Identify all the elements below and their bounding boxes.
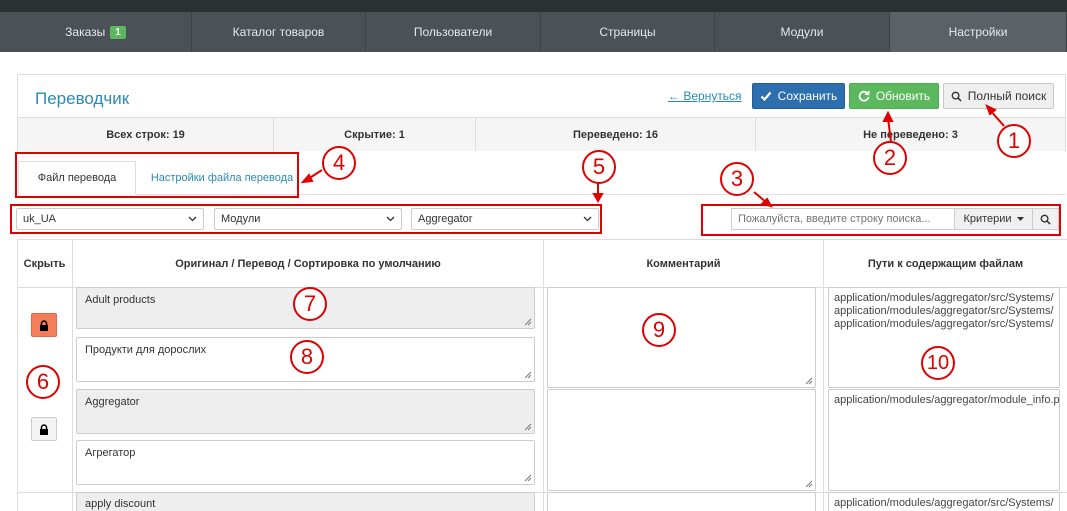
lock-icon bbox=[40, 319, 48, 331]
top-strip bbox=[0, 0, 1067, 12]
paths-textarea[interactable]: application/modules/aggregator/module_in… bbox=[828, 389, 1060, 491]
nav-item-catalog[interactable]: Каталог товаров bbox=[192, 12, 366, 52]
translation-textarea[interactable]: Агрегатор bbox=[76, 440, 535, 485]
original-textarea[interactable]: apply discount bbox=[76, 492, 535, 511]
annotation-marker-10: 10 bbox=[921, 346, 955, 380]
resize-grip-icon bbox=[524, 423, 532, 431]
check-icon bbox=[760, 91, 772, 102]
nav-item-orders[interactable]: Заказы 1 bbox=[0, 12, 192, 52]
stats-bar: Всех строк: 19 Скрытие: 1 Переведено: 16… bbox=[18, 117, 1065, 151]
save-button[interactable]: Сохранить bbox=[752, 83, 845, 109]
comment-textarea[interactable] bbox=[547, 492, 816, 511]
lock-icon bbox=[40, 423, 48, 435]
annotation-box-search bbox=[701, 204, 1061, 236]
annotation-marker-1: 1 bbox=[997, 124, 1031, 158]
comment-textarea[interactable] bbox=[547, 287, 816, 388]
resize-grip-icon bbox=[524, 371, 532, 379]
full-search-button[interactable]: Полный поиск bbox=[943, 83, 1054, 109]
path-line: application/modules/aggregator/src/Syste… bbox=[834, 497, 1054, 509]
annotation-marker-7: 7 bbox=[293, 287, 327, 321]
full-search-label: Полный поиск bbox=[967, 89, 1047, 103]
nav-item-users[interactable]: Пользователи bbox=[366, 12, 541, 52]
translator-panel: Переводчик ← Вернуться Сохранить Обновит… bbox=[17, 74, 1066, 151]
original-text: Adult products bbox=[85, 294, 156, 306]
refresh-icon bbox=[858, 90, 870, 102]
main-nav: Заказы 1 Каталог товаров Пользователи Ст… bbox=[0, 12, 1067, 52]
nav-item-settings[interactable]: Настройки bbox=[890, 12, 1067, 52]
resize-grip-icon bbox=[524, 318, 532, 326]
nav-item-label: Страницы bbox=[599, 25, 656, 39]
stat-hidden: Скрытие: 1 bbox=[274, 118, 476, 151]
hide-toggle-button[interactable] bbox=[31, 417, 57, 441]
page-title: Переводчик bbox=[35, 89, 130, 108]
original-text: Aggregator bbox=[85, 396, 140, 408]
stat-total: Всех строк: 19 bbox=[18, 118, 274, 151]
hide-toggle-button[interactable] bbox=[31, 313, 57, 337]
annotation-marker-5: 5 bbox=[582, 150, 616, 184]
translation-text: Продукти для дорослих bbox=[85, 344, 207, 356]
header-comment: Комментарий bbox=[646, 257, 721, 270]
nav-item-pages[interactable]: Страницы bbox=[541, 12, 715, 52]
search-icon bbox=[951, 91, 962, 102]
nav-item-modules[interactable]: Модули bbox=[715, 12, 890, 52]
paths-textarea[interactable]: application/modules/aggregator/src/Syste… bbox=[828, 492, 1060, 511]
annotation-marker-3: 3 bbox=[720, 162, 754, 196]
original-textarea[interactable]: Aggregator bbox=[76, 389, 535, 434]
save-button-label: Сохранить bbox=[777, 89, 838, 103]
header-paths: Пути к содержащим файлам bbox=[867, 257, 1024, 270]
nav-item-label: Настройки bbox=[948, 25, 1008, 39]
annotation-box-filters bbox=[10, 204, 602, 234]
refresh-button[interactable]: Обновить bbox=[849, 83, 939, 109]
path-line: application/modules/aggregator/src/Syste… bbox=[834, 292, 1054, 304]
arrow-5-head bbox=[592, 193, 604, 204]
nav-item-label: Заказы bbox=[65, 25, 106, 39]
nav-item-label: Пользователи bbox=[413, 25, 493, 39]
path-line: application/modules/aggregator/src/Syste… bbox=[834, 305, 1054, 317]
comment-textarea[interactable] bbox=[547, 389, 816, 491]
path-line: application/modules/aggregator/src/Syste… bbox=[834, 318, 1054, 330]
orders-count-badge: 1 bbox=[110, 25, 126, 39]
refresh-button-label: Обновить bbox=[875, 89, 931, 103]
annotation-marker-9: 9 bbox=[642, 313, 676, 347]
path-line: application/modules/aggregator/module_in… bbox=[834, 394, 1060, 406]
nav-item-label: Модули bbox=[780, 25, 824, 39]
translation-text: Агрегатор bbox=[85, 447, 136, 459]
header-hide: Скрыть bbox=[23, 257, 66, 270]
annotation-marker-4: 4 bbox=[322, 146, 356, 180]
annotation-marker-8: 8 bbox=[290, 340, 324, 374]
original-text: apply discount bbox=[85, 498, 156, 510]
resize-grip-icon bbox=[805, 377, 813, 385]
annotation-box-tabs bbox=[15, 152, 299, 198]
arrow-4 bbox=[307, 169, 323, 180]
resize-grip-icon bbox=[805, 480, 813, 488]
back-link[interactable]: ← Вернуться bbox=[668, 89, 742, 103]
annotation-marker-2: 2 bbox=[873, 141, 907, 175]
arrow-4-head bbox=[300, 173, 314, 184]
stat-translated: Переведено: 16 bbox=[476, 118, 756, 151]
resize-grip-icon bbox=[524, 474, 532, 482]
header-original: Оригинал / Перевод / Сортировка по умолч… bbox=[175, 257, 441, 270]
nav-item-label: Каталог товаров bbox=[232, 25, 325, 39]
translations-table: Скрыть Оригинал / Перевод / Сортировка п… bbox=[17, 239, 1067, 511]
annotation-marker-6: 6 bbox=[26, 365, 60, 399]
